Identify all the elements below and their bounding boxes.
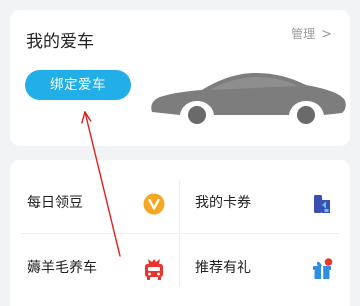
manage-label: 管理 bbox=[291, 27, 316, 41]
manage-link[interactable]: 管理 > bbox=[291, 28, 332, 41]
service-daily-beans[interactable]: 每日领豆 bbox=[20, 182, 180, 226]
car-gift-icon bbox=[145, 259, 163, 280]
my-car-title: 我的爱车 bbox=[26, 32, 94, 52]
gift-box-icon bbox=[313, 258, 333, 279]
coupon-icon bbox=[314, 195, 330, 213]
service-my-coupons[interactable]: 我的卡券 bbox=[188, 182, 348, 226]
service-car-care-deals[interactable]: 薅羊毛养车 bbox=[20, 247, 180, 291]
service-label: 推荐有礼 bbox=[195, 260, 251, 276]
row-divider bbox=[20, 233, 340, 234]
bean-coin-icon bbox=[143, 193, 165, 215]
services-card: 每日领豆 我的卡券 薅羊毛养车 推荐有礼 bbox=[10, 160, 350, 306]
service-label: 我的卡券 bbox=[195, 195, 251, 211]
car-silhouette-image bbox=[151, 73, 346, 124]
service-referral-rewards[interactable]: 推荐有礼 bbox=[188, 247, 348, 291]
chevron-right-icon: > bbox=[321, 27, 332, 42]
bind-car-button[interactable]: 绑定爱车 bbox=[25, 70, 131, 100]
service-label: 薅羊毛养车 bbox=[27, 260, 97, 276]
service-label: 每日领豆 bbox=[27, 195, 83, 211]
my-car-card: 我的爱车 管理 > 绑定爱车 bbox=[10, 10, 350, 146]
